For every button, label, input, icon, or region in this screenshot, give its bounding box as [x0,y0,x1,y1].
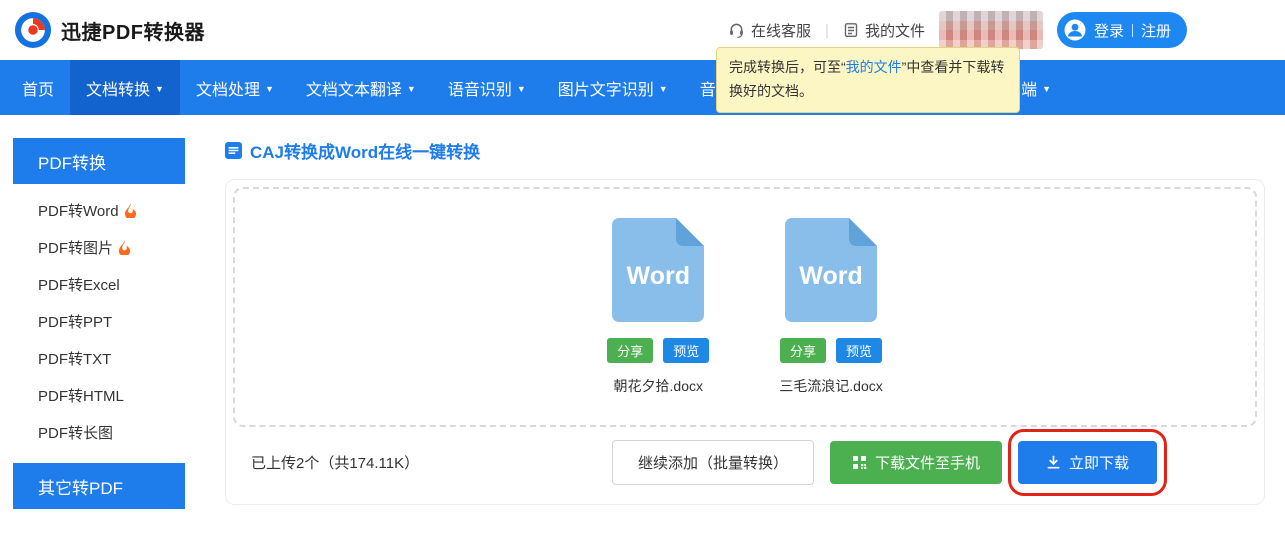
add-more-button[interactable]: 继续添加（批量转换） [612,440,814,485]
sidebar-item-pdf-to-word[interactable]: PDF转Word [13,192,185,229]
nav-item-speech-recognition[interactable]: 语音识别 ▼ [432,60,542,115]
header-right: 在线客服 | 我的文件 [728,11,1187,49]
download-now-button[interactable]: 立即下载 [1018,441,1157,484]
main-nav: 首页 文档转换 ▼ 文档处理 ▼ 文档文本翻译 ▼ 语音识别 ▼ 图片文字识别 … [0,60,1285,115]
action-buttons: 继续添加（批量转换） [612,440,1157,485]
word-file-icon: Word [785,218,877,322]
header-separator: | [825,22,829,39]
file-dropzone: Word 分享 预览 朝花夕拾.docx [233,187,1257,427]
chevron-down-icon: ▼ [659,84,668,94]
main-area: CAJ转换成Word在线一键转换 Word [185,138,1285,509]
file-card: Word 分享 预览 三毛流浪记.docx [779,218,882,396]
sidebar-item-pdf-to-image[interactable]: PDF转图片 [13,229,185,266]
chevron-down-icon: ▼ [407,84,416,94]
my-files-tooltip: 完成转换后，可至“我的文件”中查看并下载转换好的文档。 [716,47,1020,113]
app-logo-icon [14,11,52,49]
nav-label: 文档处理 [196,76,260,100]
my-files-label: 我的文件 [865,20,925,41]
brand: 迅捷PDF转换器 [14,11,205,49]
nav-label: 首页 [22,76,54,100]
download-to-phone-button[interactable]: 下载文件至手机 [830,441,1002,484]
sidebar-section-pdf-convert[interactable]: PDF转换 [13,138,185,184]
page-title-row: CAJ转换成Word在线一键转换 [225,138,1265,163]
file-type-label: Word [612,262,704,291]
preview-button[interactable]: 预览 [836,338,882,363]
nav-item-home[interactable]: 首页 [6,60,70,115]
sidebar-item-label: PDF转HTML [38,385,124,406]
sidebar-section-other-to-pdf[interactable]: 其它转PDF [13,463,185,509]
page: 迅捷PDF转换器 在线客服 | [0,0,1285,533]
word-file-icon: Word [612,218,704,322]
chevron-down-icon: ▼ [1042,84,1051,94]
headset-icon [728,22,745,39]
censored-user-region [939,11,1043,49]
nav-item-doc-process[interactable]: 文档处理 ▼ [180,60,290,115]
preview-button[interactable]: 预览 [663,338,709,363]
sidebar-item-label: PDF转PPT [38,311,112,332]
sidebar-item-pdf-to-txt[interactable]: PDF转TXT [13,340,185,377]
file-actions: 分享 预览 [607,338,709,363]
download-icon [1046,455,1061,470]
sidebar-item-pdf-to-long-image[interactable]: PDF转长图 [13,414,185,451]
file-name: 三毛流浪记.docx [779,376,882,396]
download-now-wrap: 立即下载 [1018,441,1157,484]
sidebar-item-label: PDF转Excel [38,274,120,295]
share-button[interactable]: 分享 [607,338,653,363]
sidebar: PDF转换 PDF转Word PDF转图片 PDF转Excel [13,138,185,509]
sidebar-item-label: PDF转长图 [38,422,113,443]
register-label: 注册 [1141,20,1171,41]
nav-label: 文档文本翻译 [306,76,402,100]
nav-item-doc-translate[interactable]: 文档文本翻译 ▼ [290,60,432,115]
file-list-icon [843,22,859,38]
sidebar-item-label: PDF转TXT [38,348,111,369]
chevron-down-icon: ▼ [265,84,274,94]
fire-icon [118,240,131,255]
nav-item-ocr[interactable]: 图片文字识别 ▼ [542,60,684,115]
login-divider [1132,24,1133,37]
download-to-phone-label: 下载文件至手机 [875,452,980,473]
user-avatar-icon [1064,19,1086,41]
file-card: Word 分享 预览 朝花夕拾.docx [607,218,709,396]
nav-label: 端 [1021,76,1037,100]
content: PDF转换 PDF转Word PDF转图片 PDF转Excel [0,138,1285,509]
action-row: 已上传2个（共174.11K） 继续添加（批量转换） [233,427,1257,497]
tooltip-text-before: 完成转换后，可至“ [729,59,846,75]
page-title: CAJ转换成Word在线一键转换 [250,138,480,163]
sidebar-item-label: PDF转图片 [38,237,113,258]
sidebar-item-pdf-to-html[interactable]: PDF转HTML [13,377,185,414]
file-actions: 分享 预览 [780,338,882,363]
top-header: 迅捷PDF转换器 在线客服 | [0,0,1285,60]
login-label: 登录 [1094,20,1124,41]
nav-label: 图片文字识别 [558,76,654,100]
online-service-label: 在线客服 [751,20,811,41]
converter-panel: Word 分享 预览 朝花夕拾.docx [225,179,1265,505]
nav-item-doc-convert[interactable]: 文档转换 ▼ [70,60,180,115]
tooltip-my-files-link[interactable]: 我的文件 [846,59,902,75]
sidebar-item-label: PDF转Word [38,200,119,221]
brand-name: 迅捷PDF转换器 [61,16,205,45]
file-type-label: Word [785,262,877,291]
sidebar-item-pdf-to-excel[interactable]: PDF转Excel [13,266,185,303]
nav-label: 语音识别 [448,76,512,100]
sidebar-item-pdf-to-ppt[interactable]: PDF转PPT [13,303,185,340]
upload-status: 已上传2个（共174.11K） [251,452,419,473]
file-name: 朝花夕拾.docx [614,376,703,396]
chevron-down-icon: ▼ [155,84,164,94]
fire-icon [124,203,137,218]
nav-label: 文档转换 [86,76,150,100]
share-button[interactable]: 分享 [780,338,826,363]
download-now-label: 立即下载 [1069,452,1129,473]
document-icon [225,142,242,159]
login-register-button[interactable]: 登录 注册 [1057,12,1187,48]
sidebar-list: PDF转Word PDF转图片 PDF转Excel PDF转PPT [13,184,185,457]
chevron-down-icon: ▼ [517,84,526,94]
my-files-link[interactable]: 我的文件 [843,20,925,41]
qr-phone-icon [852,455,867,470]
online-service-link[interactable]: 在线客服 [728,20,811,41]
